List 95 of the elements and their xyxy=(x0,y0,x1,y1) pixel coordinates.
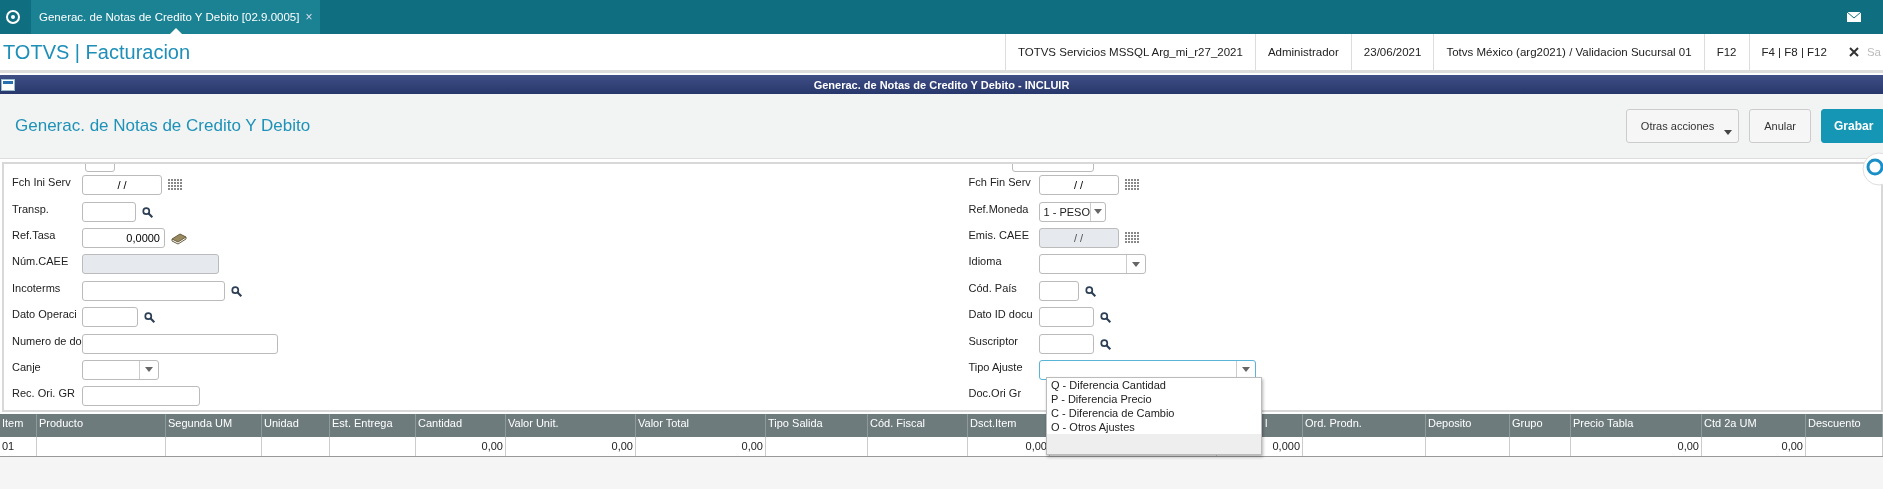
caret-icon xyxy=(1724,129,1733,135)
column-header[interactable]: Item xyxy=(0,414,37,437)
column-header[interactable]: Est. Entrega xyxy=(330,414,416,437)
logo-icon[interactable] xyxy=(5,9,21,25)
column-header[interactable]: Tipo Salida xyxy=(766,414,868,437)
input-field[interactable] xyxy=(82,333,278,354)
search-icon[interactable] xyxy=(231,284,243,297)
dropdown-option[interactable]: C - Diferencia de Cambio xyxy=(1047,406,1261,420)
field-label: Canje xyxy=(11,360,42,373)
caret-icon xyxy=(1131,261,1140,267)
dropdown-field[interactable] xyxy=(82,359,159,380)
field-label: Fch Fin Serv xyxy=(967,176,1032,189)
search-icon[interactable] xyxy=(144,311,156,324)
field-label: Cód. País xyxy=(967,281,1018,294)
field-label: Numero de do xyxy=(11,334,82,347)
caret-icon xyxy=(1241,367,1250,373)
input-field[interactable] xyxy=(1038,333,1094,354)
info-item: TOTVS Servicios MSSQL Arg_mi_r27_2021 xyxy=(1004,34,1255,70)
help-icon[interactable] xyxy=(1859,152,1883,186)
info-item: Sa xyxy=(1866,46,1882,58)
field-label: Transp. xyxy=(11,202,50,215)
column-header[interactable]: Deposito xyxy=(1426,414,1510,437)
field-label: Dato ID docu xyxy=(967,308,1034,321)
calendar-icon[interactable] xyxy=(1124,179,1139,192)
window-icon xyxy=(1,78,15,91)
field-label: Núm.CAEE xyxy=(11,255,70,268)
field-label: Tipo Ajuste xyxy=(967,360,1024,373)
column-header[interactable]: l xyxy=(1265,417,1268,429)
column-header[interactable]: Ord. Prodn. xyxy=(1303,414,1426,437)
field-label: Ref.Tasa xyxy=(11,228,57,241)
field-label: Dato Operaci xyxy=(11,308,78,321)
column-header[interactable]: Grupo xyxy=(1510,414,1571,437)
input-field[interactable]: / / xyxy=(1038,175,1119,196)
input-field[interactable] xyxy=(1038,280,1079,301)
input-field[interactable] xyxy=(82,307,138,328)
field-label: Doc.Ori Gr xyxy=(967,387,1023,400)
input-field[interactable] xyxy=(82,280,225,301)
dropdown-field[interactable] xyxy=(1038,254,1146,275)
input-field[interactable]: / / xyxy=(82,175,162,196)
field-label: Emis. CAEE xyxy=(967,228,1030,241)
table-cell: 01 xyxy=(0,437,37,456)
dropdown-menu[interactable]: Q - Diferencia Cantidad P - Diferencia Precio C - Diferencia de Cambio O - Otros Ajustes xyxy=(1046,377,1262,455)
caret-icon xyxy=(1093,209,1102,215)
field-label: Ref.Moneda xyxy=(967,202,1030,215)
dropdown-option[interactable]: P - Diferencia Precio xyxy=(1047,392,1261,406)
column-header[interactable]: Producto xyxy=(37,414,166,437)
column-header[interactable]: Valor Unit. xyxy=(506,414,636,437)
search-icon[interactable] xyxy=(142,205,154,218)
caret-icon xyxy=(145,367,153,373)
input-field[interactable] xyxy=(82,201,136,222)
search-icon[interactable] xyxy=(1099,311,1112,324)
field-label: Fch Ini Serv xyxy=(11,176,72,189)
column-header[interactable]: Valor Total xyxy=(636,414,766,437)
dropdown-option[interactable]: O - Otros Ajustes xyxy=(1047,420,1261,434)
input-field[interactable]: 0,0000 xyxy=(82,227,165,248)
window-title: Generac. de Notas de Credito Y Debito - INCLUIR xyxy=(812,78,1071,91)
action-button[interactable]: Grabar xyxy=(1821,109,1883,143)
column-header[interactable]: Cantidad xyxy=(416,414,506,437)
field-label: Rec. Ori. GR xyxy=(11,387,76,400)
search-icon[interactable] xyxy=(1084,284,1097,297)
input-field[interactable] xyxy=(1038,307,1094,328)
column-header[interactable]: Ctd 2a UM xyxy=(1702,414,1806,437)
app-tab[interactable]: Generac. de Notas de Credito Y Debito [02.9.0005] × xyxy=(31,0,321,34)
info-item: Totvs México (arg2021) / Validacion Sucursal 01 xyxy=(1433,34,1704,70)
column-header[interactable]: Cód. Fiscal xyxy=(868,414,968,437)
app-title: TOTVS | Facturacion xyxy=(2,40,191,64)
dropdown-field[interactable] xyxy=(1038,359,1256,380)
mail-icon[interactable] xyxy=(1847,12,1861,22)
column-header[interactable]: Descuento xyxy=(1806,414,1883,437)
column-header[interactable]: Unidad xyxy=(262,414,330,437)
info-item: Administrador xyxy=(1254,34,1351,70)
dropdown-field[interactable]: 1 - PESO xyxy=(1038,201,1106,222)
info-item: F12 xyxy=(1703,34,1749,70)
column-header[interactable]: Precio Tabla xyxy=(1571,414,1702,437)
close-icon[interactable] xyxy=(1848,47,1859,57)
table-cell: 0,00 xyxy=(636,437,766,456)
info-item: 23/06/2021 xyxy=(1350,34,1434,70)
close-button[interactable]: × xyxy=(305,10,313,24)
action-button[interactable]: Anular xyxy=(1749,109,1811,143)
input-field[interactable] xyxy=(82,386,200,407)
table-cell: 0,00 xyxy=(1702,437,1806,456)
table-cell: 0,00 xyxy=(416,437,506,456)
page-title: Generac. de Notas de Credito Y Debito xyxy=(14,116,311,136)
table-cell: 0,00 xyxy=(1571,437,1702,456)
action-button[interactable]: Otras acciones xyxy=(1625,109,1740,143)
dropdown-option[interactable]: Q - Diferencia Cantidad xyxy=(1047,378,1261,392)
field-label: Suscriptor xyxy=(967,334,1020,347)
field-label: Idioma xyxy=(967,255,1003,268)
column-header[interactable]: Segunda UM xyxy=(166,414,262,437)
calendar-icon[interactable] xyxy=(1124,231,1139,244)
table-cell: 0,00 xyxy=(506,437,636,456)
info-item: F4 | F8 | F12 xyxy=(1748,34,1839,70)
field-label: Incoterms xyxy=(11,281,62,294)
search-icon[interactable] xyxy=(1099,337,1112,350)
calendar-icon[interactable] xyxy=(168,179,182,192)
